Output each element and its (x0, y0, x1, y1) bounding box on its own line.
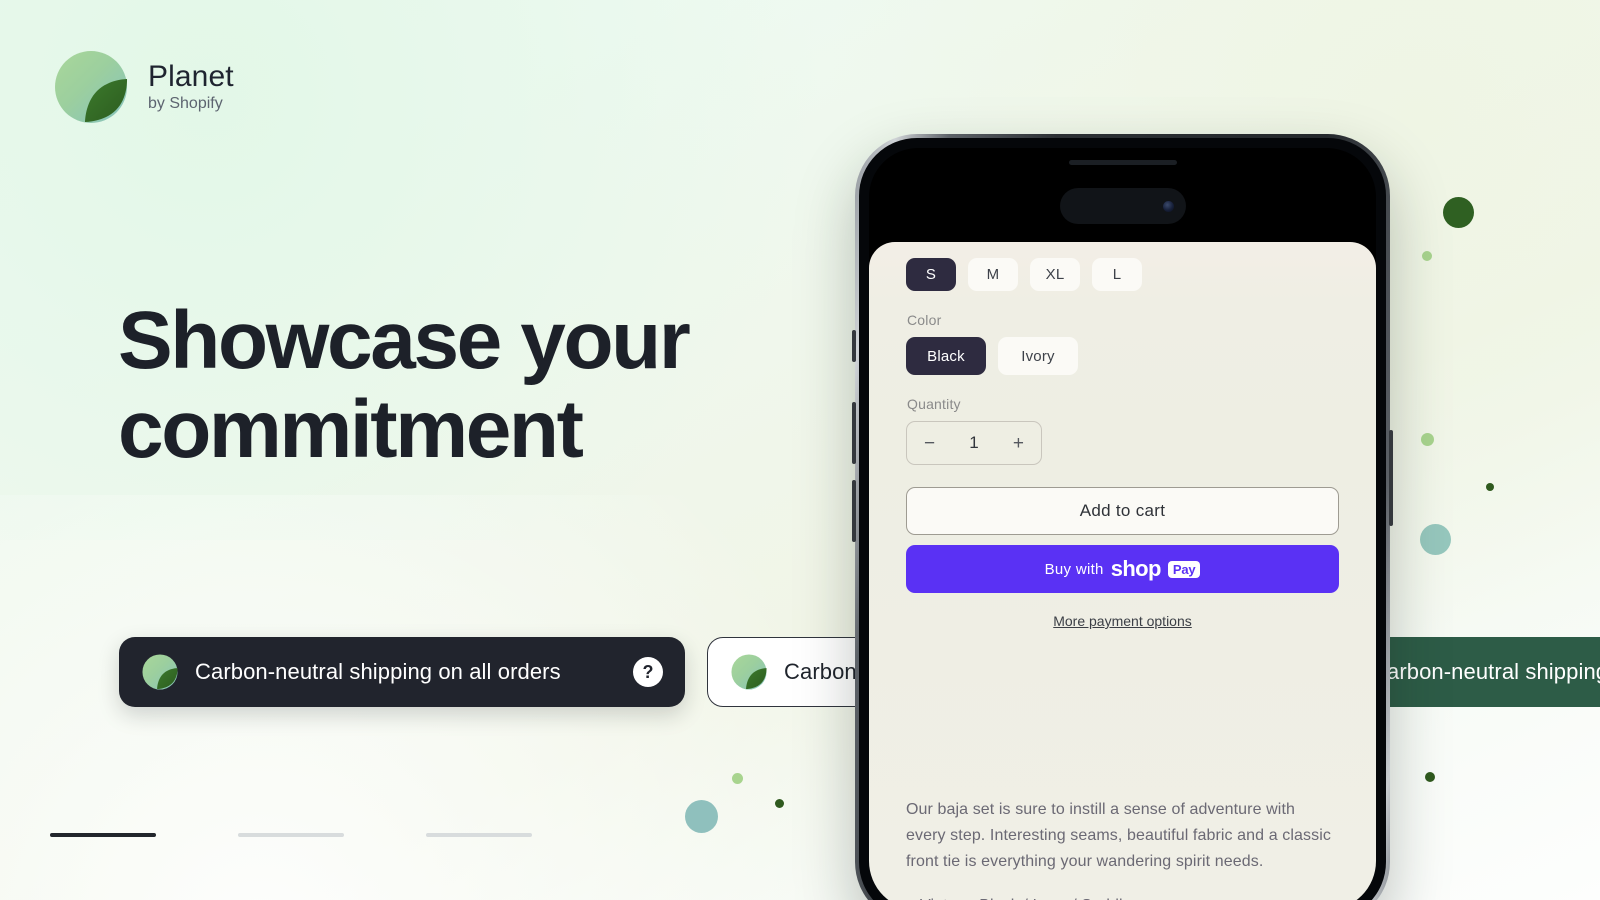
product-description: Our baja set is sure to instill a sense … (906, 801, 1331, 870)
brand-tagline: by Shopify (148, 95, 223, 113)
carousel-pagination[interactable] (50, 833, 532, 837)
color-option-ivory[interactable]: Ivory (998, 337, 1078, 375)
size-option-xl[interactable]: XL (1030, 258, 1080, 291)
decorative-dot-4 (1486, 483, 1494, 491)
phone-silent-switch[interactable] (852, 330, 856, 362)
pagination-bar-2[interactable] (238, 833, 344, 837)
pagination-bar-1[interactable] (50, 833, 156, 837)
phone-power-button[interactable] (1389, 430, 1393, 526)
color-option-group[interactable]: Black Ivory (906, 337, 1339, 375)
quantity-increment-button[interactable]: + (1013, 434, 1024, 453)
quantity-label: Quantity (907, 396, 961, 412)
phone-body: S M XL L Color Black Ivory Quantity − 1 … (859, 138, 1386, 900)
brand-name: Planet (148, 59, 234, 93)
badge-carbon-neutral-dark[interactable]: Carbon-neutral shipping on all orders ? (119, 637, 685, 707)
size-option-group[interactable]: S M XL L (906, 258, 1339, 291)
phone-earpiece-speaker (1068, 160, 1177, 165)
quantity-decrement-button[interactable]: − (924, 434, 935, 453)
decorative-dot-1 (1443, 197, 1474, 228)
shop-pay-badge-icon: Pay (1167, 560, 1201, 578)
quantity-value: 1 (969, 433, 979, 452)
decorative-dot-7 (732, 773, 743, 784)
buy-with-shop-pay-button[interactable]: Buy with shop Pay (906, 545, 1339, 593)
pagination-bar-3[interactable] (426, 833, 532, 837)
brand-logo-block: Planet by Shopify (52, 48, 234, 126)
size-option-l[interactable]: L (1092, 258, 1142, 291)
decorative-dot-5 (1420, 524, 1451, 555)
shop-wordmark-icon: shop (1110, 556, 1162, 581)
page-title: Showcase your commitment (118, 295, 691, 476)
question-mark-icon[interactable]: ? (633, 657, 663, 687)
color-option-black[interactable]: Black (906, 337, 986, 375)
phone-dynamic-island (1059, 188, 1186, 224)
phone-volume-down-button[interactable] (852, 480, 856, 542)
phone-screen: S M XL L Color Black Ivory Quantity − 1 … (869, 148, 1376, 900)
decorative-dot-9 (685, 800, 718, 833)
planet-leaf-logo-icon (730, 653, 768, 691)
phone-front-camera-icon (1162, 200, 1174, 212)
decorative-dot-6 (1425, 772, 1435, 782)
phone-mockup: S M XL L Color Black Ivory Quantity − 1 … (852, 134, 1393, 900)
planet-leaf-logo-icon (52, 48, 130, 126)
decorative-dot-2 (1422, 251, 1432, 261)
size-option-m[interactable]: M (968, 258, 1018, 291)
badge-label: Carbon-neutral shipping on all orders (195, 659, 561, 684)
add-to-cart-button[interactable]: Add to cart (906, 487, 1339, 535)
color-label: Color (907, 312, 942, 328)
decorative-dot-3 (1421, 433, 1434, 446)
product-detail-panel: S M XL L Color Black Ivory Quantity − 1 … (869, 242, 1376, 900)
shop-pay-prefix: Buy with (1044, 560, 1104, 578)
brand-text: Planet by Shopify (148, 61, 234, 113)
decorative-dot-8 (775, 799, 784, 808)
more-payment-options-link[interactable]: More payment options (906, 613, 1339, 629)
planet-leaf-logo-icon (141, 653, 179, 691)
quantity-stepper[interactable]: − 1 + (906, 421, 1042, 465)
badge-label: Carbon-neutral shipping on all orders (1371, 659, 1600, 684)
size-option-s[interactable]: S (906, 258, 956, 291)
phone-volume-up-button[interactable] (852, 402, 856, 464)
